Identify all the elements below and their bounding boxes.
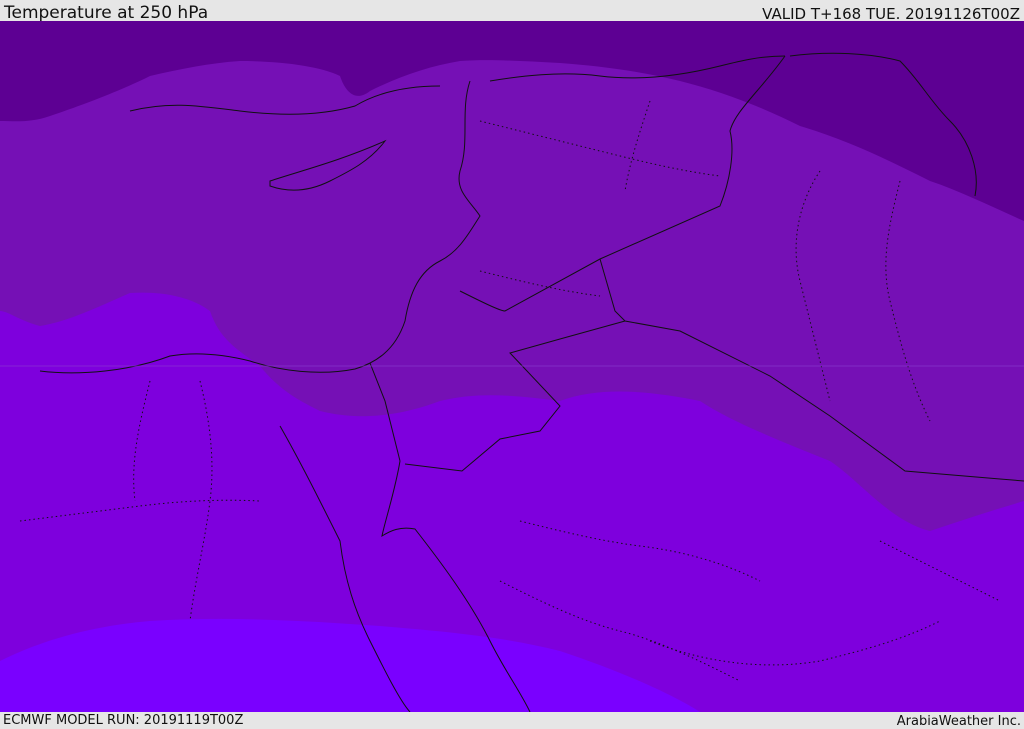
credit-label: ArabiaWeather Inc.: [896, 714, 1021, 729]
map-viewer: Temperature at 250 hPa VALID T+168 TUE. …: [0, 0, 1024, 729]
header-bar: Temperature at 250 hPa VALID T+168 TUE. …: [0, 0, 1024, 23]
model-run-label: ECMWF MODEL RUN: 20191119T00Z: [3, 713, 244, 728]
weather-map[interactable]: [0, 21, 1024, 712]
footer-bar: ECMWF MODEL RUN: 20191119T00Z ArabiaWeat…: [0, 712, 1024, 729]
map-canvas: [0, 21, 1024, 712]
